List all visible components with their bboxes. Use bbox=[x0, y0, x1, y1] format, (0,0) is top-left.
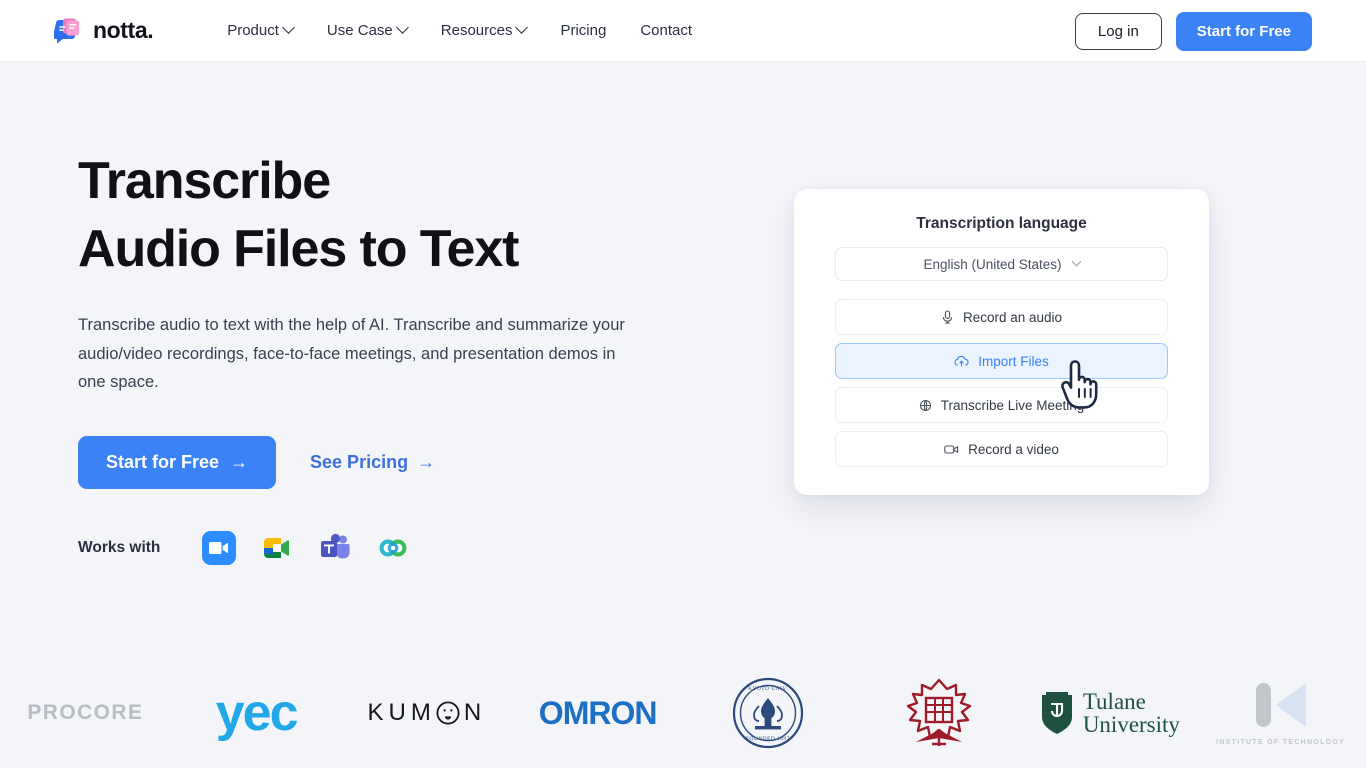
university-crest-icon bbox=[906, 678, 972, 746]
nav-label: Resources bbox=[440, 22, 513, 39]
microphone-icon bbox=[941, 310, 954, 324]
tulane-shield-icon bbox=[1041, 692, 1072, 734]
card-action-list: Record an audio Import Files Transcribe … bbox=[835, 299, 1168, 467]
chevron-down-icon bbox=[282, 21, 295, 34]
tulane-logo-text-line1: Tulane bbox=[1082, 688, 1146, 714]
notta-logo-icon bbox=[53, 17, 84, 45]
see-pricing-link[interactable]: See Pricing → bbox=[310, 452, 435, 473]
hero-subtitle: Transcribe audio to text with the help o… bbox=[78, 316, 625, 391]
chevron-down-icon bbox=[515, 21, 529, 34]
nav-label: Use Case bbox=[326, 22, 393, 39]
svg-text:KYOTO UNIV.: KYOTO UNIV. bbox=[749, 686, 789, 692]
transcription-language-value: English (United States) bbox=[923, 256, 1062, 272]
tulane-logo-lockup: Tulane University bbox=[1040, 688, 1180, 737]
tulane-university-logo: Tulane University bbox=[1025, 663, 1196, 763]
nav-item-resources[interactable]: Resources bbox=[440, 21, 529, 39]
login-button[interactable]: Log in bbox=[1074, 12, 1162, 50]
webex-icon[interactable] bbox=[376, 531, 410, 565]
chevron-down-icon bbox=[395, 21, 409, 34]
kyoto-university-seal-icon: KYOTO UNIV. FOUNDED 1897 bbox=[733, 677, 804, 749]
globe-meeting-icon bbox=[919, 399, 932, 412]
institute-mark-icon bbox=[1255, 683, 1306, 728]
page-root: notta. Product Use Case Resources Pricin… bbox=[0, 0, 1366, 768]
arrow-right-icon: → bbox=[417, 452, 436, 473]
tulane-logo-text-line2: University bbox=[1082, 712, 1180, 737]
microsoft-teams-icon[interactable] bbox=[318, 531, 352, 565]
start-for-free-label: Start for Free bbox=[106, 452, 220, 473]
works-with-label: Works with bbox=[78, 539, 161, 557]
hero-title-line-1: Transcribe bbox=[78, 152, 331, 210]
transcribe-live-meeting-button[interactable]: Transcribe Live Meeting bbox=[835, 387, 1168, 423]
brand-name: notta. bbox=[93, 17, 154, 43]
arrow-right-icon: → bbox=[230, 452, 249, 473]
import-files-button[interactable]: Import Files bbox=[835, 343, 1168, 379]
yec-logo-text: yec bbox=[215, 684, 299, 742]
start-for-free-button-header[interactable]: Start for Free bbox=[1175, 11, 1312, 51]
transcription-card: Transcription language English (United S… bbox=[794, 189, 1209, 495]
institute-of-technology-text: INSTITUTE OF TECHNOLOGY bbox=[1216, 739, 1346, 747]
record-an-audio-button[interactable]: Record an audio bbox=[835, 299, 1168, 335]
card-title: Transcription language bbox=[916, 215, 1087, 232]
cloud-upload-icon bbox=[954, 355, 969, 368]
institute-of-technology-logo: INSTITUTE OF TECHNOLOGY bbox=[1195, 663, 1366, 763]
google-meet-icon[interactable] bbox=[260, 531, 294, 565]
kumon-logo: KUM N bbox=[342, 663, 513, 763]
yec-logo: yec bbox=[171, 663, 342, 763]
nav-item-pricing[interactable]: Pricing bbox=[560, 22, 606, 39]
action-label: Import Files bbox=[978, 353, 1049, 369]
nav-item-contact[interactable]: Contact bbox=[640, 22, 692, 39]
nav-item-use-case[interactable]: Use Case bbox=[326, 21, 409, 39]
tulane-logo-text: Tulane University bbox=[1082, 688, 1180, 737]
main-nav: Product Use Case Resources Pricing Conta… bbox=[227, 21, 692, 39]
transcription-language-select[interactable]: English (United States) bbox=[835, 247, 1168, 281]
kyoto-university-logo: KYOTO UNIV. FOUNDED 1897 bbox=[683, 663, 854, 763]
nav-label: Contact bbox=[640, 22, 693, 39]
kumon-logo-text-part2: N bbox=[463, 699, 487, 726]
kumon-logo-text-part1: KUM bbox=[367, 699, 436, 726]
header-actions: Log in Start for Free bbox=[1074, 0, 1312, 62]
procore-logo-text: PROCORE bbox=[27, 701, 144, 724]
nav-item-product[interactable]: Product bbox=[227, 21, 295, 39]
svg-text:FOUNDED 1897: FOUNDED 1897 bbox=[746, 736, 790, 742]
page-title: Transcribe Audio Files to Text bbox=[78, 148, 698, 283]
chevron-down-icon bbox=[1071, 256, 1081, 266]
zoom-icon[interactable] bbox=[202, 531, 237, 566]
omron-logo-text: OMRON bbox=[538, 694, 658, 731]
hero-cta-row: Start for Free → See Pricing → bbox=[78, 436, 698, 490]
see-pricing-label: See Pricing bbox=[310, 452, 409, 473]
institute-of-technology-lockup: INSTITUTE OF TECHNOLOGY bbox=[1216, 677, 1345, 749]
nav-label: Pricing bbox=[560, 22, 607, 39]
kumon-logo-text: KUM N bbox=[368, 699, 487, 727]
works-with-row: Works with bbox=[78, 531, 698, 566]
action-label: Record an audio bbox=[962, 309, 1063, 325]
action-label: Record a video bbox=[968, 441, 1059, 457]
chinese-university-crest-logo bbox=[854, 663, 1025, 763]
record-a-video-button[interactable]: Record a video bbox=[835, 431, 1168, 467]
customer-logo-strip: PROCORE yec KUM N OMRON KYOTO UNIV. FOUN… bbox=[0, 660, 1366, 766]
hero-title-line-2: Audio Files to Text bbox=[78, 219, 519, 278]
procore-logo: PROCORE bbox=[0, 663, 171, 763]
omron-logo: OMRON bbox=[512, 663, 683, 763]
video-camera-icon bbox=[944, 444, 959, 455]
hero-section: Transcribe Audio Files to Text Transcrib… bbox=[78, 148, 698, 566]
site-header: notta. Product Use Case Resources Pricin… bbox=[0, 0, 1366, 62]
nav-label: Product bbox=[227, 22, 279, 39]
brand-logo[interactable]: notta. bbox=[53, 17, 154, 45]
start-for-free-button-hero[interactable]: Start for Free → bbox=[78, 436, 277, 490]
action-label: Transcribe Live Meeting bbox=[940, 397, 1085, 413]
works-with-icons bbox=[202, 531, 410, 566]
